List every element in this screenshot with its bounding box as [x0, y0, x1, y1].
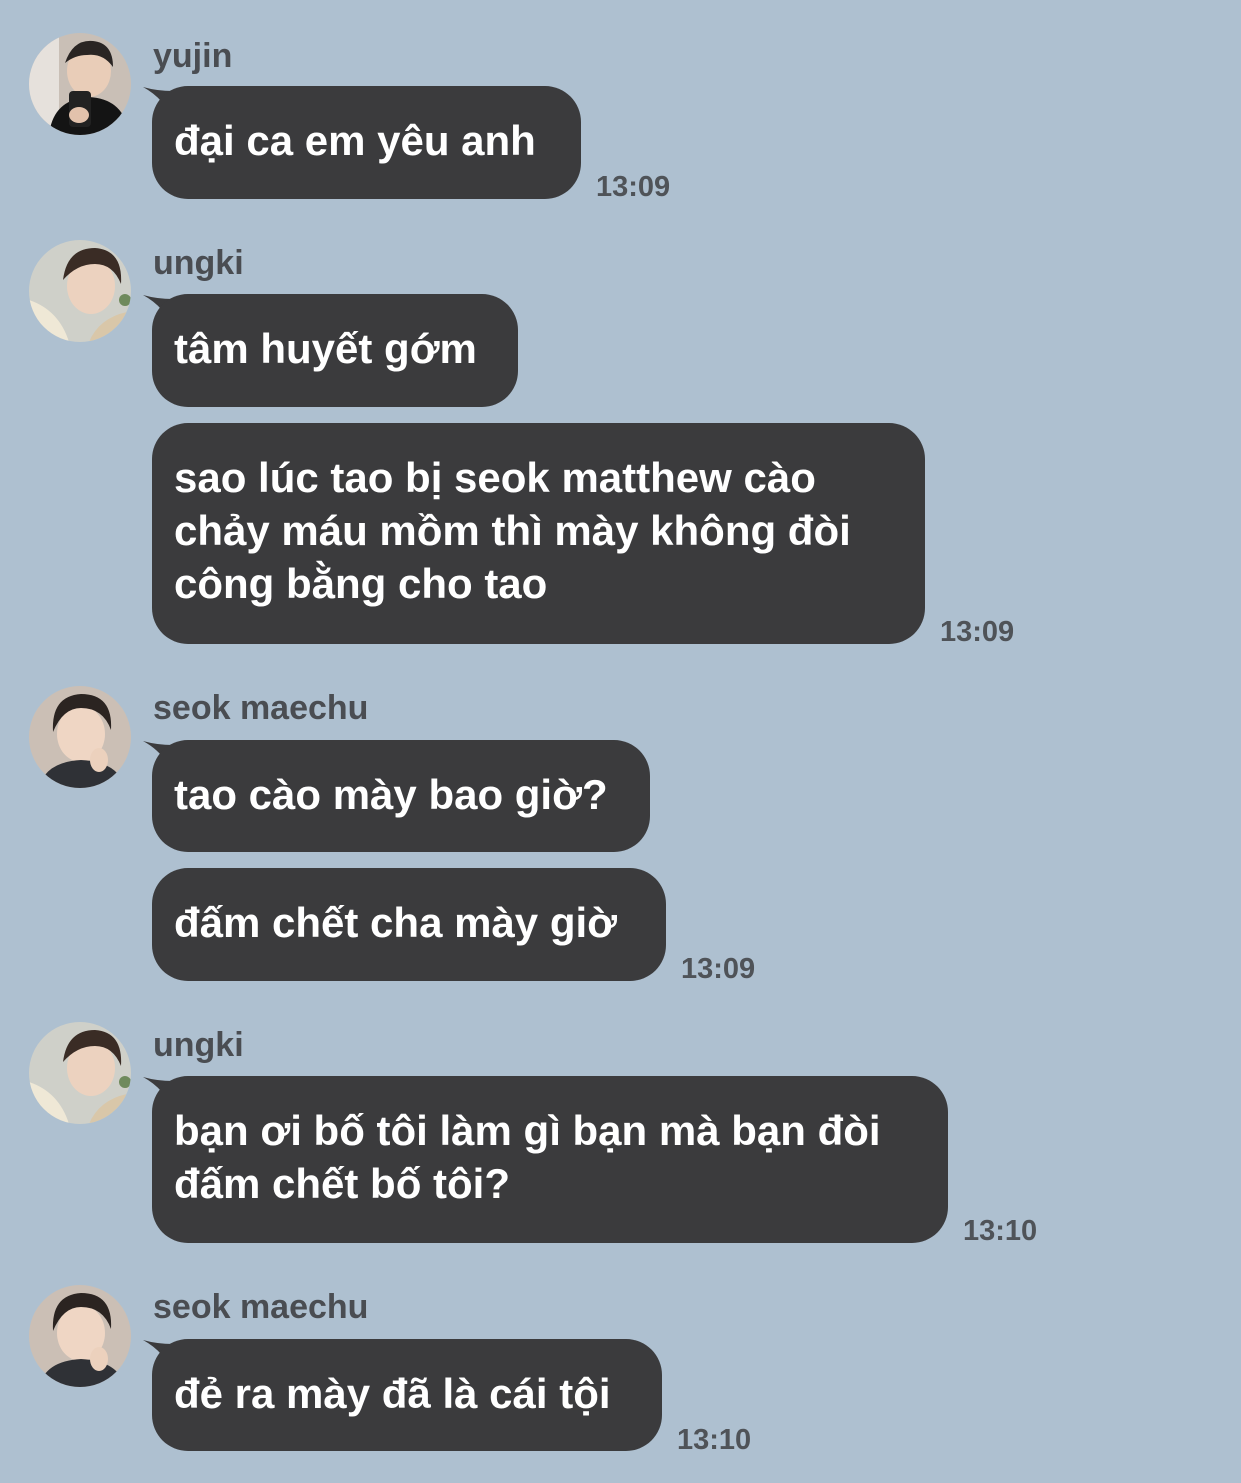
avatar-ungki[interactable] [29, 240, 131, 342]
avatar-ungki-image [29, 240, 131, 342]
avatar-ungki-image [29, 1022, 131, 1124]
avatar-yujin-image [29, 33, 131, 135]
avatar-yujin[interactable] [29, 33, 131, 135]
avatar-seok-maechu-image [29, 686, 131, 788]
message-time: 13:09 [681, 953, 756, 985]
message-text: tao cào mày bao giờ? [174, 771, 608, 818]
sender-name: seok maechu [153, 1288, 369, 1326]
message-text: sao lúc tao bị seok matthew cào [174, 454, 816, 501]
avatar-seok-maechu[interactable] [29, 686, 131, 788]
message-bubble[interactable]: tâm huyết gớm [152, 294, 518, 407]
message-text: công bằng cho tao [174, 560, 548, 607]
message-bubble[interactable]: đấm chết cha mày giờ [152, 868, 666, 981]
sender-name: ungki [153, 1026, 244, 1064]
sender-name: seok maechu [153, 689, 369, 727]
sender-name: yujin [153, 37, 233, 75]
avatar-ungki[interactable] [29, 1022, 131, 1124]
message-bubble[interactable]: đại ca em yêu anh [152, 86, 581, 199]
message-text: chảy máu mồm thì mày không đòi [174, 507, 851, 554]
message-text: đấm chết bố tôi? [174, 1160, 510, 1207]
message-bubble[interactable]: bạn ơi bố tôi làm gì bạn mà bạn đòi đấm … [152, 1076, 948, 1243]
avatar-seok-maechu[interactable] [29, 1285, 131, 1387]
message-time: 13:10 [963, 1215, 1038, 1247]
message-bubble[interactable]: tao cào mày bao giờ? [152, 740, 650, 852]
message-time: 13:10 [677, 1424, 752, 1456]
message-time: 13:09 [596, 171, 671, 203]
message-bubble[interactable]: sao lúc tao bị seok matthew cào chảy máu… [152, 423, 925, 644]
message-text: bạn ơi bố tôi làm gì bạn mà bạn đòi [174, 1107, 881, 1154]
avatar-seok-maechu-image [29, 1285, 131, 1387]
message-text: tâm huyết gớm [174, 325, 477, 372]
message-bubble[interactable]: đẻ ra mày đã là cái tội [152, 1339, 662, 1451]
message-text: đẻ ra mày đã là cái tội [174, 1370, 611, 1417]
message-time: 13:09 [940, 616, 1015, 648]
message-text: đại ca em yêu anh [174, 117, 536, 164]
message-text: đấm chết cha mày giờ [174, 899, 618, 946]
sender-name: ungki [153, 244, 244, 282]
